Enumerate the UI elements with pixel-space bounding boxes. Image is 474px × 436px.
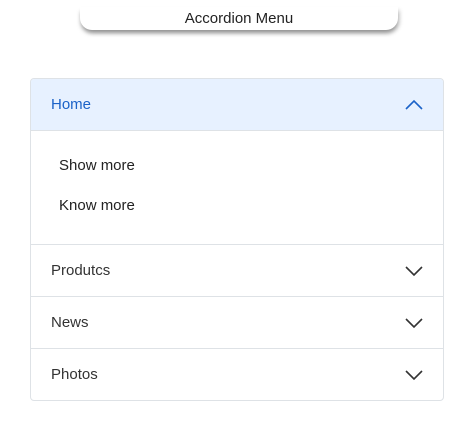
chevron-down-icon <box>405 369 423 380</box>
chevron-up-icon <box>405 99 423 110</box>
accordion-header-products[interactable]: Produtcs <box>31 244 443 296</box>
accordion-item-news: News <box>31 296 443 348</box>
accordion-header-label: Photos <box>51 366 98 383</box>
accordion-header-home[interactable]: Home <box>31 79 443 131</box>
chevron-down-icon <box>405 317 423 328</box>
accordion-header-news[interactable]: News <box>31 296 443 348</box>
accordion-header-label: Produtcs <box>51 262 111 279</box>
accordion-body-home: Show more Know more <box>31 131 443 244</box>
chevron-down-icon <box>405 265 423 276</box>
accordion-header-label: News <box>51 314 89 331</box>
accordion-item-products: Produtcs <box>31 244 443 296</box>
accordion-item-home: Home Show more Know more <box>31 79 443 244</box>
show-more-link[interactable]: Show more <box>59 146 415 186</box>
accordion-item-photos: Photos <box>31 348 443 400</box>
accordion-header-photos[interactable]: Photos <box>31 348 443 400</box>
accordion-header-label: Home <box>51 96 92 113</box>
know-more-link[interactable]: Know more <box>59 186 415 226</box>
accordion: Home Show more Know more Produtcs News P <box>30 78 444 401</box>
page-title: Accordion Menu <box>80 7 398 30</box>
